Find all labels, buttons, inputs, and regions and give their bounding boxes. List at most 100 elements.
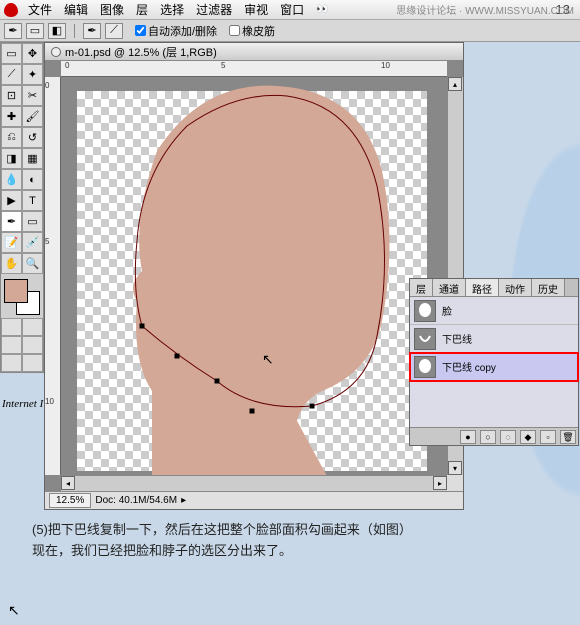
quickmask-on-icon[interactable]: [22, 318, 43, 336]
auto-add-delete-checkbox[interactable]: 自动添加/删除: [135, 23, 217, 39]
lasso-tool[interactable]: ⟋: [1, 64, 22, 85]
path-mode-icon[interactable]: ▭: [26, 23, 44, 39]
screen-mode-2-icon[interactable]: [22, 336, 43, 354]
color-swatches[interactable]: [1, 276, 43, 318]
path-thumb: [414, 356, 436, 378]
screen-mode-3-icon[interactable]: [1, 354, 22, 372]
path-select-tool[interactable]: ▶: [1, 190, 22, 211]
gradient-tool[interactable]: ▦: [22, 148, 43, 169]
cursor-icon: ↖: [8, 602, 20, 619]
delete-path-icon[interactable]: 🗑: [560, 430, 576, 444]
menu-layer[interactable]: 层: [136, 1, 148, 18]
anchor-point[interactable]: [140, 324, 145, 329]
close-window-icon[interactable]: [51, 47, 61, 57]
titlebar[interactable]: m-01.psd @ 12.5% (层 1,RGB): [45, 43, 463, 61]
tab-layers[interactable]: 层: [410, 279, 433, 296]
menu-image[interactable]: 图像: [100, 1, 124, 18]
zoom-tool[interactable]: 🔍: [22, 253, 43, 274]
ruler-vertical[interactable]: 0 5 10: [45, 77, 61, 475]
canvas[interactable]: ↖: [77, 91, 427, 471]
canvas-area: 0 5 10 0 5 10 ↖ ▴ ▾ ◂: [45, 61, 463, 491]
notes-tool[interactable]: 📝: [1, 232, 22, 253]
history-brush-tool[interactable]: ↺: [22, 127, 43, 148]
fg-color-swatch[interactable]: [4, 279, 28, 303]
path-name: 下巴线 copy: [442, 359, 496, 374]
selection-to-path-icon[interactable]: ◆: [520, 430, 536, 444]
resize-handle[interactable]: [447, 475, 463, 491]
move-tool[interactable]: ✥: [22, 43, 43, 64]
marquee-tool[interactable]: ▭: [1, 43, 22, 64]
screen-mode-1-icon[interactable]: [1, 336, 22, 354]
crop-tool[interactable]: ⊡: [1, 85, 22, 106]
caption-line2: 现在，我们已经把脸和脖子的选区分出来了。: [32, 541, 552, 562]
scroll-right-icon[interactable]: ▸: [433, 476, 447, 490]
path-row-chin[interactable]: 下巴线: [410, 325, 578, 353]
docsize-label: Doc: 40.1M/54.6M: [95, 495, 177, 506]
type-tool[interactable]: T: [22, 190, 43, 211]
caption-line1: (5)把下巴线复制一下，然后在这把整个脸部面积勾画起来（如图）: [32, 520, 552, 541]
menu-select[interactable]: 选择: [160, 1, 184, 18]
tab-history[interactable]: 历史: [532, 279, 565, 296]
mouse-cursor-icon: ↖: [262, 351, 274, 368]
eyedropper-tool[interactable]: 💉: [22, 232, 43, 253]
stroke-path-icon[interactable]: ○: [480, 430, 496, 444]
shape-mode-icon[interactable]: ◧: [48, 23, 66, 39]
path-row-face[interactable]: 脸: [410, 297, 578, 325]
menu-filter[interactable]: 过滤器: [196, 1, 232, 18]
panel-tabs: 层 通道 路径 动作 历史: [410, 279, 578, 297]
anchor-point[interactable]: [215, 379, 220, 384]
quickmask-off-icon[interactable]: [1, 318, 22, 336]
menu-file[interactable]: 文件: [28, 1, 52, 18]
menu-view[interactable]: 审视: [244, 1, 268, 18]
hand-tool[interactable]: ✋: [1, 253, 22, 274]
tab-actions[interactable]: 动作: [499, 279, 532, 296]
healing-tool[interactable]: ✚: [1, 106, 22, 127]
menu-edit[interactable]: 编辑: [64, 1, 88, 18]
path-name: 下巴线: [442, 331, 472, 346]
document-window: m-01.psd @ 12.5% (层 1,RGB) 0 5 10 0 5 10…: [44, 42, 464, 510]
rubber-band-checkbox[interactable]: 橡皮筋: [229, 23, 275, 39]
watermark: 思缘设计论坛 · WWW.MISSYUAN.COM: [396, 2, 574, 17]
stamp-tool[interactable]: ⎌: [1, 127, 22, 148]
tab-paths[interactable]: 路径: [466, 279, 499, 296]
scroll-up-icon[interactable]: ▴: [448, 77, 462, 91]
scroll-left-icon[interactable]: ◂: [61, 476, 75, 490]
tutorial-caption: (5)把下巴线复制一下，然后在这把整个脸部面积勾画起来（如图） 现在，我们已经把…: [32, 520, 552, 562]
internet-label: Internet I: [2, 398, 43, 410]
dodge-tool[interactable]: ◐: [22, 169, 43, 190]
statusbar: 12.5% Doc: 40.1M/54.6M ▸: [45, 491, 463, 509]
scrollbar-horizontal[interactable]: ◂ ▸: [61, 475, 447, 491]
new-path-icon[interactable]: ▫: [540, 430, 556, 444]
anchor-point[interactable]: [250, 409, 255, 414]
toolbox: ▭ ✥ ⟋ ✦ ⊡ ✂ ✚ 🖌 ⎌ ↺ ◨ ▦ 💧 ◐ ▶ T ✒ ▭ 📝 💉 …: [0, 42, 44, 373]
path-to-selection-icon[interactable]: ◌: [500, 430, 516, 444]
tab-channels[interactable]: 通道: [433, 279, 466, 296]
ruler-horizontal[interactable]: 0 5 10: [61, 61, 447, 77]
path-thumb: [414, 328, 436, 350]
pen-tool[interactable]: ✒: [1, 211, 22, 232]
jump-to-icon[interactable]: [22, 354, 43, 372]
path-thumb: [414, 300, 436, 322]
panel-footer: ● ○ ◌ ◆ ▫ 🗑: [410, 427, 578, 445]
zoom-field[interactable]: 12.5%: [49, 493, 91, 508]
path-row-chin-copy[interactable]: 下巴线 copy: [410, 353, 578, 381]
document-title: m-01.psd @ 12.5% (层 1,RGB): [65, 44, 217, 60]
paths-list: 脸 下巴线 下巴线 copy: [410, 297, 578, 427]
pen-tool-preset-icon[interactable]: ✒: [4, 23, 22, 39]
eraser-tool[interactable]: ◨: [1, 148, 22, 169]
wand-tool[interactable]: ✦: [22, 64, 43, 85]
statusbar-arrow-icon[interactable]: ▸: [181, 495, 186, 506]
scroll-down-icon[interactable]: ▾: [448, 461, 462, 475]
menu-window[interactable]: 窗口: [280, 1, 304, 18]
anchor-point[interactable]: [175, 354, 180, 359]
fill-path-icon[interactable]: ●: [460, 430, 476, 444]
slice-tool[interactable]: ✂: [22, 85, 43, 106]
shape-tool[interactable]: ▭: [22, 211, 43, 232]
freeform-pen-icon[interactable]: ⟋: [105, 23, 123, 39]
brush-tool[interactable]: 🖌: [22, 106, 43, 127]
eyes-icon: 👀: [316, 4, 328, 15]
apple-icon[interactable]: [4, 3, 18, 17]
blur-tool[interactable]: 💧: [1, 169, 22, 190]
anchor-point[interactable]: [310, 404, 315, 409]
pen-icon[interactable]: ✒: [83, 23, 101, 39]
